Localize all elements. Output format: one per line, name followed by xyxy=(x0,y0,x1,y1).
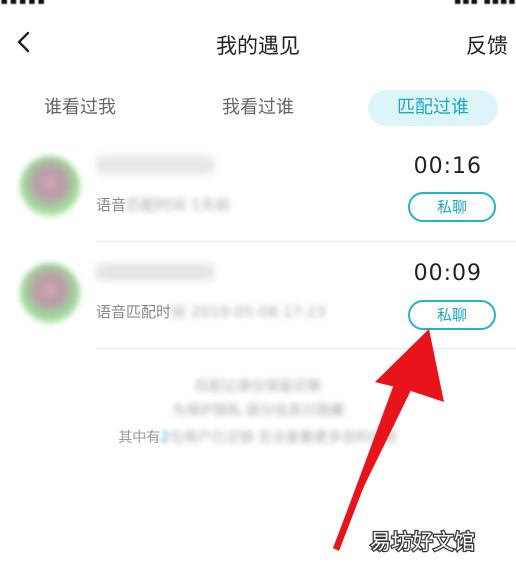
list-item[interactable]: 语音匹配时间 1天前 00:16 私聊 xyxy=(0,136,516,242)
notice-blurred: 位用户已注销 无法查看更多资料信息 xyxy=(169,430,398,446)
tab-bar: 谁看过我 我看过谁 匹配过谁 xyxy=(0,76,516,136)
status-bar-right: ▮▮▮ ▮▮▮▮ xyxy=(453,0,516,6)
private-chat-button[interactable]: 私聊 xyxy=(408,300,496,330)
page-title: 我的遇见 xyxy=(216,34,300,58)
notice-blurred: 为保护隐私 部分信息已隐藏 xyxy=(171,403,345,419)
feedback-button[interactable]: 反馈 xyxy=(466,30,508,60)
tab-who-i-viewed[interactable]: 我看过谁 xyxy=(198,90,318,126)
svg-text:易坊好文馆: 易坊好文馆 xyxy=(370,530,475,554)
notice-blurred: 匹配记录仅保留近期 xyxy=(195,379,321,395)
notice-line: 其中有2位用户已注销 无法查看更多资料信息 xyxy=(0,427,516,447)
match-info-text: 语音匹配时 xyxy=(96,303,172,321)
watermark-logo: 易坊好文馆 xyxy=(369,529,477,556)
watermark: 易坊好文馆 xyxy=(368,526,498,556)
notice-prefix: 其中有 xyxy=(118,430,161,446)
header: 我的遇见 反馈 xyxy=(0,8,516,76)
private-chat-button[interactable]: 私聊 xyxy=(408,192,496,222)
match-info-text: 语音 xyxy=(96,196,127,214)
notice-line: 匹配记录仅保留近期 xyxy=(0,376,516,396)
divider xyxy=(96,241,516,242)
avatar[interactable] xyxy=(20,263,80,323)
match-info: 语音匹配时间 1天前 xyxy=(96,194,230,215)
tab-who-viewed-me[interactable]: 谁看过我 xyxy=(20,90,140,126)
divider xyxy=(96,348,516,349)
match-info-blurred: 匹配时间 1天前 xyxy=(126,196,231,214)
status-bar: ▮▮▮▮▮ ▮▮▮ ▮▮▮▮ xyxy=(0,0,516,8)
user-name-blurred xyxy=(96,263,214,281)
notice-line: 为保护隐私 部分信息已隐藏 xyxy=(0,400,516,420)
avatar[interactable] xyxy=(20,156,80,216)
user-name-blurred xyxy=(96,156,214,174)
call-duration: 00:16 xyxy=(413,154,482,179)
notice-count: 2 xyxy=(160,430,170,446)
tab-who-i-matched[interactable]: 匹配过谁 xyxy=(368,90,498,126)
status-bar-left: ▮▮▮▮▮ xyxy=(0,0,46,6)
match-info-blurred: 间 2019-05-08 17:23 xyxy=(171,303,326,321)
call-duration: 00:09 xyxy=(413,261,482,286)
match-info: 语音匹配时间 2019-05-08 17:23 xyxy=(96,301,326,322)
list-item[interactable]: 语音匹配时间 2019-05-08 17:23 00:09 私聊 xyxy=(0,243,516,349)
